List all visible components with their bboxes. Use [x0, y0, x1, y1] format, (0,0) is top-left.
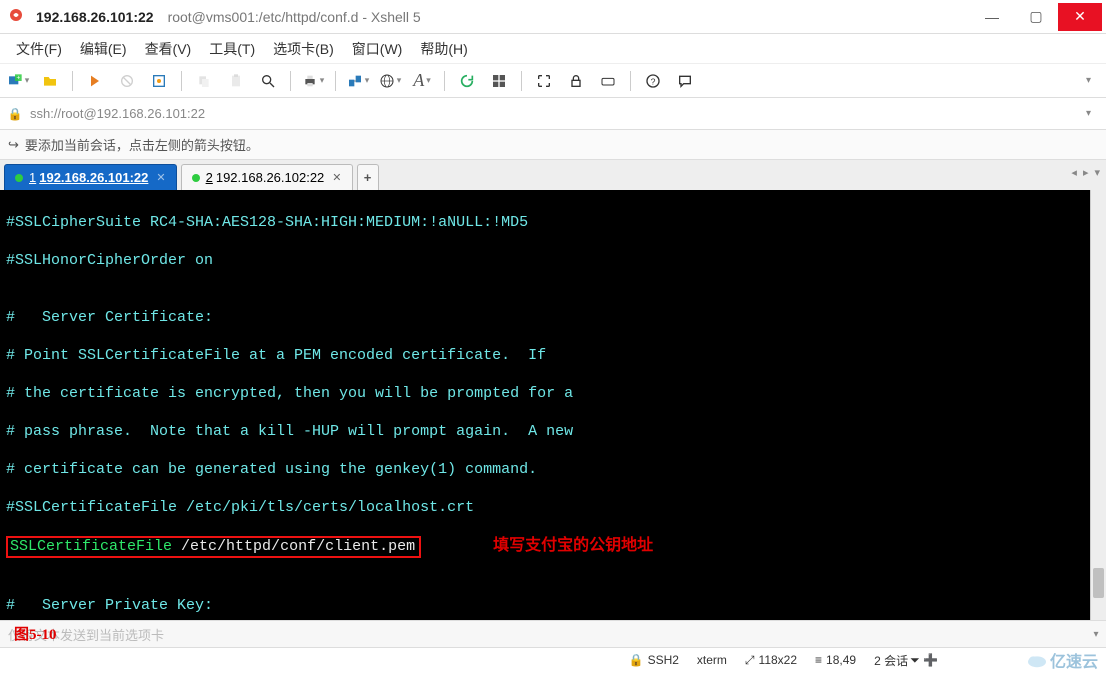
new-tab-button[interactable]: +: [357, 164, 379, 190]
refresh-button[interactable]: [455, 69, 479, 93]
watermark-logo: 亿速云: [1026, 648, 1098, 672]
session-tab-2[interactable]: 2 192.168.26.102:22 ✕: [181, 164, 353, 190]
session-tab-1[interactable]: 1 192.168.26.101:22 ✕: [4, 164, 177, 190]
window-path-title: root@vms001:/etc/httpd/conf.d - Xshell 5: [168, 9, 421, 25]
terminal-wrap: #SSLCipherSuite RC4-SHA:AES128-SHA:HIGH:…: [0, 190, 1106, 620]
tab-number: 2: [206, 170, 213, 185]
close-button[interactable]: ✕: [1058, 3, 1102, 31]
tab-list-button[interactable]: ▾: [1094, 166, 1100, 179]
new-session-button[interactable]: +: [6, 69, 30, 93]
status-cursor: ≡ 18,49: [815, 653, 856, 667]
terminal-line: # the certificate is encrypted, then you…: [6, 384, 1100, 403]
print-button[interactable]: [301, 69, 325, 93]
terminal-line: #SSLCertificateFile /etc/pki/tls/certs/l…: [6, 498, 1100, 517]
svg-text:+: +: [16, 74, 20, 81]
tab-next-button[interactable]: ▸: [1083, 166, 1089, 179]
app-icon: [8, 7, 28, 27]
vertical-scrollbar[interactable]: [1090, 190, 1106, 620]
send-target-dropdown[interactable]: ▾: [1086, 629, 1106, 640]
tab-bar: 1 192.168.26.101:22 ✕ 2 192.168.26.102:2…: [0, 160, 1106, 190]
properties-button[interactable]: [147, 69, 171, 93]
annotation-public-key: 填写支付宝的公钥地址: [493, 537, 653, 554]
menu-view[interactable]: 查看(V): [139, 37, 198, 61]
key-button[interactable]: [596, 69, 620, 93]
chat-icon[interactable]: [673, 69, 697, 93]
address-bar: 🔒 ssh://root@192.168.26.101:22 ▾: [0, 98, 1106, 130]
menu-window[interactable]: 窗口(W): [346, 37, 409, 61]
lock-button[interactable]: [564, 69, 588, 93]
terminal-line: #SSLCipherSuite RC4-SHA:AES128-SHA:HIGH:…: [6, 213, 1100, 232]
menubar: 文件(F) 编辑(E) 查看(V) 工具(T) 选项卡(B) 窗口(W) 帮助(…: [0, 34, 1106, 64]
terminal-line: # certificate can be generated using the…: [6, 460, 1100, 479]
disconnect-button[interactable]: [115, 69, 139, 93]
globe-button[interactable]: [378, 69, 402, 93]
tip-arrow-icon[interactable]: ↪: [8, 137, 19, 153]
status-sessions: 2 会话: [874, 652, 908, 669]
scrollbar-thumb[interactable]: [1093, 568, 1104, 598]
status-protocol: 🔒SSH2: [629, 653, 679, 667]
status-term: xterm: [697, 653, 727, 667]
terminal[interactable]: #SSLCipherSuite RC4-SHA:AES128-SHA:HIGH:…: [0, 190, 1106, 620]
menu-help[interactable]: 帮助(H): [414, 37, 473, 61]
terminal-line: # Point SSLCertificateFile at a PEM enco…: [6, 346, 1100, 365]
tab-close-icon[interactable]: ✕: [156, 171, 165, 184]
tab-close-icon[interactable]: ✕: [332, 171, 341, 184]
send-input-hint[interactable]: 仅将文本发送到当前选项卡 图5-10: [8, 625, 164, 644]
tab-label: 192.168.26.102:22: [216, 170, 324, 185]
send-input-row: 仅将文本发送到当前选项卡 图5-10 ▾: [0, 620, 1106, 648]
font-button[interactable]: A: [410, 69, 434, 93]
help-icon[interactable]: ?: [641, 69, 665, 93]
minimize-button[interactable]: —: [970, 3, 1014, 31]
find-button[interactable]: [256, 69, 280, 93]
figure-label: 图5-10: [14, 623, 57, 644]
menu-edit[interactable]: 编辑(E): [74, 37, 133, 61]
open-button[interactable]: [38, 69, 62, 93]
svg-text:?: ?: [651, 76, 656, 86]
terminal-line: #SSLHonorCipherOrder on: [6, 251, 1100, 270]
menu-tools[interactable]: 工具(T): [203, 37, 261, 61]
fullscreen-button[interactable]: [532, 69, 556, 93]
reconnect-button[interactable]: [83, 69, 107, 93]
terminal-cert-line: SSLCertificateFile /etc/httpd/conf/clien…: [6, 536, 1100, 558]
address-input[interactable]: ssh://root@192.168.26.101:22: [24, 106, 1086, 121]
tab-label: 192.168.26.101:22: [39, 170, 148, 185]
lock-icon: 🔒: [6, 107, 24, 121]
terminal-line: # Server Private Key:: [6, 596, 1100, 615]
menu-tab[interactable]: 选项卡(B): [267, 37, 340, 61]
paste-button[interactable]: [224, 69, 248, 93]
maximize-button[interactable]: ▢: [1014, 3, 1058, 31]
toolbar-overflow[interactable]: ▾: [1086, 75, 1100, 86]
status-bar: 🔒SSH2 xterm ⤢ 118x22 ≡ 18,49 2 会话 ⏷ ➕ CA…: [0, 648, 1106, 672]
transfer-button[interactable]: [346, 69, 370, 93]
status-size: ⤢ 118x22: [745, 653, 797, 668]
tip-bar: ↪ 要添加当前会话，点击左侧的箭头按钮。: [0, 130, 1106, 160]
window-host-title: 192.168.26.101:22: [36, 9, 154, 25]
tab-status-dot: [192, 174, 200, 182]
toolbar: + A ? ▾: [0, 64, 1106, 98]
layout-button[interactable]: [487, 69, 511, 93]
copy-button[interactable]: [192, 69, 216, 93]
tab-number: 1: [29, 170, 36, 185]
titlebar: 192.168.26.101:22 root@vms001:/etc/httpd…: [0, 0, 1106, 34]
highlighted-config-cert: SSLCertificateFile /etc/httpd/conf/clien…: [6, 536, 421, 558]
tab-status-dot: [15, 174, 23, 182]
terminal-line: # Server Certificate:: [6, 308, 1100, 327]
terminal-line: # pass phrase. Note that a kill -HUP wil…: [6, 422, 1100, 441]
address-dropdown[interactable]: ▾: [1086, 108, 1100, 119]
tab-prev-button[interactable]: ◂: [1071, 166, 1077, 179]
tip-text: 要添加当前会话，点击左侧的箭头按钮。: [25, 135, 259, 154]
status-sessions-drop[interactable]: ⏷ ➕: [910, 653, 938, 668]
menu-file[interactable]: 文件(F): [10, 37, 68, 61]
